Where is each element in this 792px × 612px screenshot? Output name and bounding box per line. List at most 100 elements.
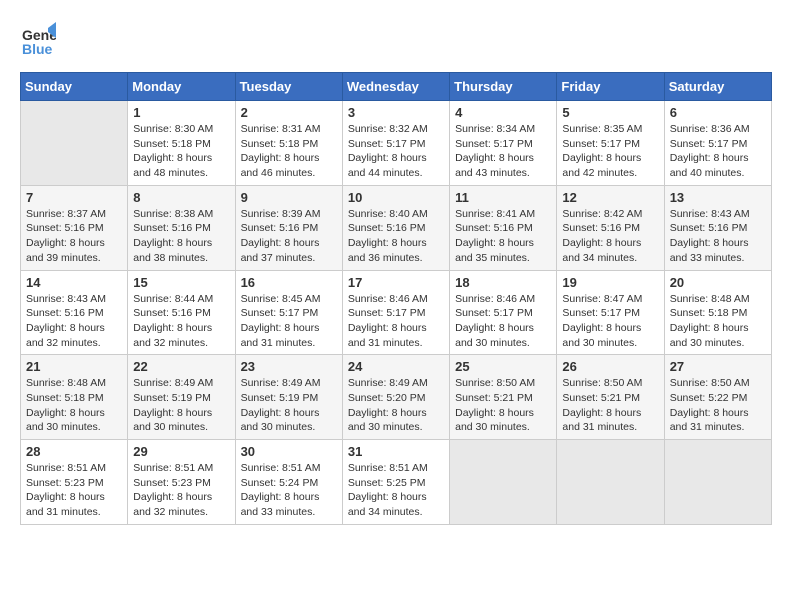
- calendar-cell: [450, 440, 557, 525]
- calendar-cell: 17 Sunrise: 8:46 AMSunset: 5:17 PMDayligh…: [342, 270, 449, 355]
- calendar-cell: 3Sunrise: 8:32 AMSunset: 5:17 PMDaylight…: [342, 101, 449, 186]
- calendar-cell: 6 Sunrise: 8:36 AMSunset: 5:17 PMDaylight…: [664, 101, 771, 186]
- weekday-header: Sunday: [21, 73, 128, 101]
- calendar-week-row: 1Sunrise: 8:30 AMSunset: 5:18 PMDaylight…: [21, 101, 772, 186]
- day-info: Sunrise: 8:50 AMSunset: 5:21 PMDaylight:…: [562, 376, 658, 435]
- calendar-cell: 7 Sunrise: 8:37 AMSunset: 5:16 PMDaylight…: [21, 185, 128, 270]
- day-info: Sunrise: 8:47 AMSunset: 5:17 PMDaylight:…: [562, 292, 658, 351]
- day-number: 13: [670, 190, 766, 205]
- day-number: 8: [133, 190, 229, 205]
- day-info: Sunrise: 8:48 AMSunset: 5:18 PMDaylight:…: [26, 376, 122, 435]
- svg-text:Blue: Blue: [22, 41, 53, 56]
- calendar-cell: 5 Sunrise: 8:35 AMSunset: 5:17 PMDaylight…: [557, 101, 664, 186]
- calendar-cell: 26 Sunrise: 8:50 AMSunset: 5:21 PMDayligh…: [557, 355, 664, 440]
- day-info: Sunrise: 8:40 AMSunset: 5:16 PMDaylight:…: [348, 207, 444, 266]
- calendar-cell: 20 Sunrise: 8:48 AMSunset: 5:18 PMDayligh…: [664, 270, 771, 355]
- day-info: Sunrise: 8:44 AMSunset: 5:16 PMDaylight:…: [133, 292, 229, 351]
- day-info: Sunrise: 8:43 AMSunset: 5:16 PMDaylight:…: [670, 207, 766, 266]
- day-number: 31: [348, 444, 444, 459]
- day-info: Sunrise: 8:34 AMSunset: 5:17 PMDaylight:…: [455, 122, 551, 181]
- day-number: 20: [670, 275, 766, 290]
- day-info: Sunrise: 8:49 AMSunset: 5:19 PMDaylight:…: [241, 376, 337, 435]
- page-header: General Blue: [20, 20, 772, 56]
- calendar-cell: 15 Sunrise: 8:44 AMSunset: 5:16 PMDayligh…: [128, 270, 235, 355]
- calendar-cell: 23 Sunrise: 8:49 AMSunset: 5:19 PMDayligh…: [235, 355, 342, 440]
- day-info: Sunrise: 8:35 AMSunset: 5:17 PMDaylight:…: [562, 122, 658, 181]
- calendar-week-row: 14 Sunrise: 8:43 AMSunset: 5:16 PMDayligh…: [21, 270, 772, 355]
- day-info: Sunrise: 8:49 AMSunset: 5:20 PMDaylight:…: [348, 376, 444, 435]
- day-info: Sunrise: 8:51 AMSunset: 5:24 PMDaylight:…: [241, 461, 337, 520]
- logo: General Blue: [20, 20, 58, 56]
- calendar-cell: 8 Sunrise: 8:38 AMSunset: 5:16 PMDaylight…: [128, 185, 235, 270]
- day-info: Sunrise: 8:46 AMSunset: 5:17 PMDaylight:…: [348, 292, 444, 351]
- day-number: 5: [562, 105, 658, 120]
- day-number: 7: [26, 190, 122, 205]
- day-info: Sunrise: 8:36 AMSunset: 5:17 PMDaylight:…: [670, 122, 766, 181]
- day-info: Sunrise: 8:50 AMSunset: 5:21 PMDaylight:…: [455, 376, 551, 435]
- calendar-cell: 18 Sunrise: 8:46 AMSunset: 5:17 PMDayligh…: [450, 270, 557, 355]
- calendar-cell: 9Sunrise: 8:39 AMSunset: 5:16 PMDaylight…: [235, 185, 342, 270]
- day-number: 11: [455, 190, 551, 205]
- day-number: 18: [455, 275, 551, 290]
- calendar-cell: 21 Sunrise: 8:48 AMSunset: 5:18 PMDayligh…: [21, 355, 128, 440]
- calendar-body: 1Sunrise: 8:30 AMSunset: 5:18 PMDaylight…: [21, 101, 772, 525]
- weekday-header: Thursday: [450, 73, 557, 101]
- calendar-week-row: 21 Sunrise: 8:48 AMSunset: 5:18 PMDayligh…: [21, 355, 772, 440]
- calendar-table: SundayMondayTuesdayWednesdayThursdayFrid…: [20, 72, 772, 525]
- day-info: Sunrise: 8:49 AMSunset: 5:19 PMDaylight:…: [133, 376, 229, 435]
- weekday-header: Saturday: [664, 73, 771, 101]
- day-info: Sunrise: 8:45 AMSunset: 5:17 PMDaylight:…: [241, 292, 337, 351]
- calendar-cell: [557, 440, 664, 525]
- day-number: 10: [348, 190, 444, 205]
- day-number: 15: [133, 275, 229, 290]
- day-number: 27: [670, 359, 766, 374]
- day-number: 22: [133, 359, 229, 374]
- day-info: Sunrise: 8:51 AMSunset: 5:23 PMDaylight:…: [26, 461, 122, 520]
- calendar-cell: 19 Sunrise: 8:47 AMSunset: 5:17 PMDayligh…: [557, 270, 664, 355]
- day-number: 23: [241, 359, 337, 374]
- day-number: 29: [133, 444, 229, 459]
- day-info: Sunrise: 8:43 AMSunset: 5:16 PMDaylight:…: [26, 292, 122, 351]
- day-number: 6: [670, 105, 766, 120]
- day-info: Sunrise: 8:38 AMSunset: 5:16 PMDaylight:…: [133, 207, 229, 266]
- day-number: 21: [26, 359, 122, 374]
- calendar-cell: 28 Sunrise: 8:51 AMSunset: 5:23 PMDayligh…: [21, 440, 128, 525]
- calendar-cell: 31Sunrise: 8:51 AMSunset: 5:25 PMDayligh…: [342, 440, 449, 525]
- calendar-cell: 12 Sunrise: 8:42 AMSunset: 5:16 PMDayligh…: [557, 185, 664, 270]
- calendar-week-row: 7 Sunrise: 8:37 AMSunset: 5:16 PMDaylight…: [21, 185, 772, 270]
- day-info: Sunrise: 8:30 AMSunset: 5:18 PMDaylight:…: [133, 122, 229, 181]
- day-number: 14: [26, 275, 122, 290]
- calendar-cell: [664, 440, 771, 525]
- day-info: Sunrise: 8:37 AMSunset: 5:16 PMDaylight:…: [26, 207, 122, 266]
- day-number: 12: [562, 190, 658, 205]
- calendar-cell: 30 Sunrise: 8:51 AMSunset: 5:24 PMDayligh…: [235, 440, 342, 525]
- day-number: 17: [348, 275, 444, 290]
- calendar-cell: 14 Sunrise: 8:43 AMSunset: 5:16 PMDayligh…: [21, 270, 128, 355]
- day-number: 19: [562, 275, 658, 290]
- calendar-cell: 16 Sunrise: 8:45 AMSunset: 5:17 PMDayligh…: [235, 270, 342, 355]
- day-info: Sunrise: 8:42 AMSunset: 5:16 PMDaylight:…: [562, 207, 658, 266]
- calendar-week-row: 28 Sunrise: 8:51 AMSunset: 5:23 PMDayligh…: [21, 440, 772, 525]
- day-number: 4: [455, 105, 551, 120]
- calendar-cell: 22 Sunrise: 8:49 AMSunset: 5:19 PMDayligh…: [128, 355, 235, 440]
- day-number: 2: [241, 105, 337, 120]
- day-number: 3: [348, 105, 444, 120]
- calendar-cell: 29 Sunrise: 8:51 AMSunset: 5:23 PMDayligh…: [128, 440, 235, 525]
- calendar-cell: 13 Sunrise: 8:43 AMSunset: 5:16 PMDayligh…: [664, 185, 771, 270]
- logo-icon: General Blue: [20, 20, 56, 56]
- day-number: 16: [241, 275, 337, 290]
- calendar-cell: 1Sunrise: 8:30 AMSunset: 5:18 PMDaylight…: [128, 101, 235, 186]
- calendar-cell: 25Sunrise: 8:50 AMSunset: 5:21 PMDayligh…: [450, 355, 557, 440]
- day-number: 28: [26, 444, 122, 459]
- day-info: Sunrise: 8:46 AMSunset: 5:17 PMDaylight:…: [455, 292, 551, 351]
- weekday-header: Monday: [128, 73, 235, 101]
- day-info: Sunrise: 8:31 AMSunset: 5:18 PMDaylight:…: [241, 122, 337, 181]
- weekday-header: Friday: [557, 73, 664, 101]
- day-number: 30: [241, 444, 337, 459]
- calendar-cell: [21, 101, 128, 186]
- day-info: Sunrise: 8:51 AMSunset: 5:23 PMDaylight:…: [133, 461, 229, 520]
- day-number: 24: [348, 359, 444, 374]
- day-number: 26: [562, 359, 658, 374]
- day-info: Sunrise: 8:48 AMSunset: 5:18 PMDaylight:…: [670, 292, 766, 351]
- weekday-header: Tuesday: [235, 73, 342, 101]
